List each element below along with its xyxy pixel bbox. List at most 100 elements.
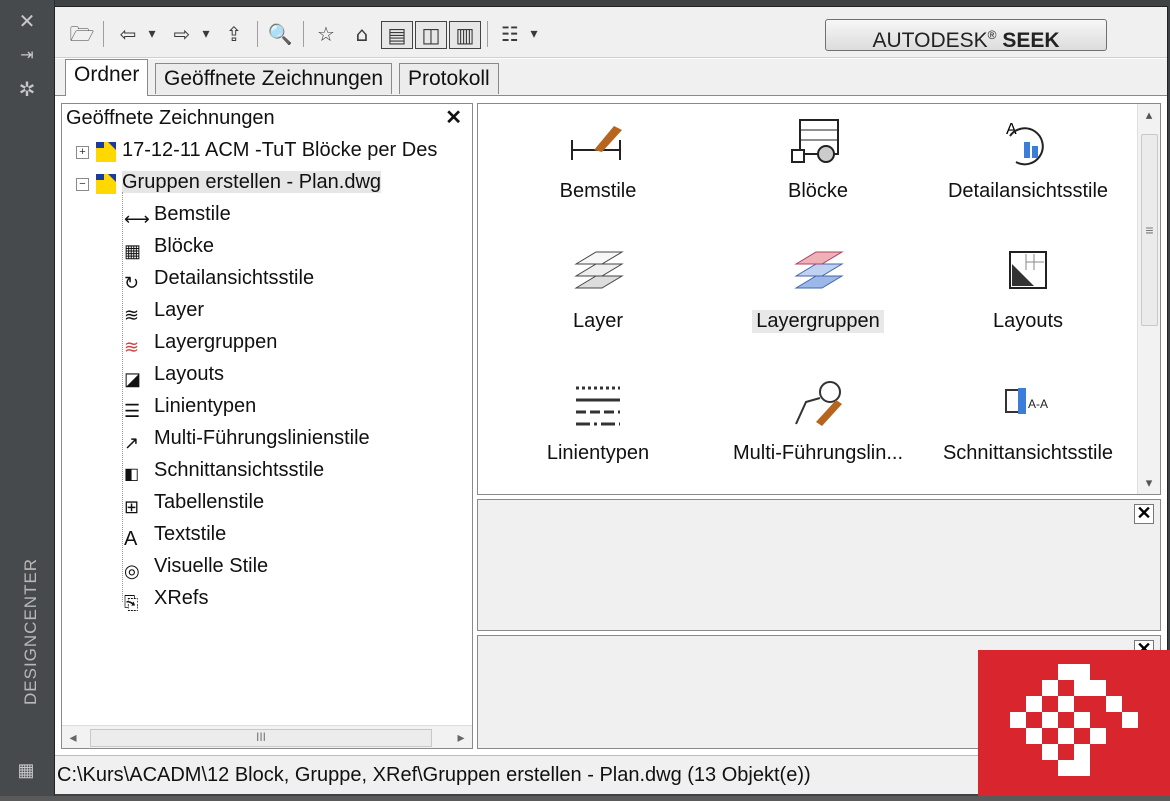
tree-item-layer[interactable]: ≋ Layer <box>124 294 204 326</box>
views-dropdown-icon[interactable]: ▾ <box>525 21 543 47</box>
tab-ordner[interactable]: Ordner <box>65 59 149 96</box>
tree-item-linientypen[interactable]: ☰ Linientypen <box>124 390 256 422</box>
dimstyle-icon: ⟷ <box>124 208 150 229</box>
close-icon[interactable]: ✕ <box>445 104 462 132</box>
detailview-icon: A <box>1006 121 1044 166</box>
forward-dropdown-icon[interactable]: ▾ <box>197 21 215 47</box>
scroll-thumb[interactable]: ≡ <box>1141 134 1158 326</box>
tree-item-layouts[interactable]: ◪ Layouts <box>124 358 224 390</box>
content-item-multi-fuehrungslin[interactable]: Multi-Führungslin... <box>718 372 918 492</box>
auto-hide-icon[interactable]: ⇥ <box>14 44 40 66</box>
properties-icon[interactable]: ✲ <box>14 78 40 100</box>
tree-item-visuelle-stile[interactable]: ◎ Visuelle Stile <box>124 550 268 582</box>
tree-item-label: Layer <box>154 299 205 321</box>
tree-item-label: Multi-Führungslinienstile <box>154 427 370 449</box>
content-item-layouts[interactable]: Layouts <box>928 240 1128 360</box>
tree-item-xrefs[interactable]: ⎘ XRefs <box>124 582 208 614</box>
sectionview-icon: ◧ <box>124 465 140 483</box>
tree-item-label: Layergruppen <box>154 331 278 353</box>
collapse-icon[interactable]: − <box>76 178 89 191</box>
favorites-icon[interactable]: ☆ <box>311 21 341 47</box>
layout-icon: ◪ <box>124 368 142 389</box>
search-icon[interactable]: 🔍 <box>265 21 295 47</box>
content-vertical-scrollbar[interactable]: ▴ ≡ ▾ <box>1137 104 1160 494</box>
dimstyle-icon <box>571 126 622 160</box>
layer-icon <box>574 251 624 289</box>
views-icon[interactable]: ☷ <box>495 21 525 47</box>
grid-icon[interactable]: ▦ <box>14 760 38 784</box>
content-item-label: Detailansichtsstile <box>947 180 1109 202</box>
content-item-label: Linientypen <box>546 442 650 464</box>
back-dropdown-icon[interactable]: ▾ <box>143 21 161 47</box>
back-arrow-icon[interactable]: ⇦ <box>111 21 145 47</box>
content-item-schnittansichtsstile[interactable]: A-A Schnittansichtsstile <box>928 372 1128 492</box>
content-item-layergruppen[interactable]: Layergruppen <box>718 240 918 360</box>
up-folder-icon[interactable]: ⇪ <box>219 21 249 47</box>
content-area[interactable]: Bemstile Blöcke A Detailansichtsstile La… <box>477 103 1161 495</box>
detailview-icon: ↻ <box>124 272 140 293</box>
layer-icon: ≋ <box>124 304 140 325</box>
mleader-icon: ↗ <box>124 432 140 453</box>
content-item-label: Schnittansichtsstile <box>942 442 1114 464</box>
scroll-thumb[interactable]: III <box>90 729 432 747</box>
sectionview-icon: A-A <box>1005 388 1048 414</box>
expand-icon[interactable]: + <box>76 146 89 159</box>
content-item-bemstile[interactable]: Bemstile <box>498 110 698 230</box>
seek-word: SEEK <box>1002 29 1060 52</box>
tree-item-schnittansichtsstile[interactable]: ◧ Schnittansichtsstile <box>124 454 324 486</box>
designcenter-window: ✕ ⇥ ✲ DESIGNCENTER ▦ 🗁 ⇦ ▾ ⇨ ▾ ⇪ 🔍 ☆ ⌂ ▤… <box>0 0 1170 796</box>
tree-node-drawing-selected[interactable]: Gruppen erstellen - Plan.dwg <box>92 166 382 198</box>
seek-registered: ® <box>987 28 997 42</box>
tree-item-multi-fuehrungslinienstile[interactable]: ↗ Multi-Führungslinienstile <box>124 422 370 454</box>
content-item-linientypen[interactable]: Linientypen <box>498 372 698 492</box>
content-item-detailansichtsstile[interactable]: A Detailansichtsstile <box>928 110 1128 230</box>
content-item-layer[interactable]: Layer <box>498 240 698 360</box>
scroll-right-icon[interactable]: ▸ <box>450 726 472 748</box>
tab-protokoll[interactable]: Protokoll <box>399 63 499 94</box>
load-folder-icon[interactable]: 🗁 <box>67 21 97 47</box>
diamond-checker-icon <box>1010 664 1138 776</box>
tree-view-toggle-icon[interactable]: ▤ <box>381 21 413 49</box>
drawing-icon <box>96 173 116 194</box>
tree-item-detailansichtsstile[interactable]: ↻ Detailansichtsstile <box>124 262 314 294</box>
xref-icon: ⎘ <box>124 592 139 613</box>
tree-header-label: Geöffnete Zeichnungen <box>66 107 275 129</box>
scroll-left-icon[interactable]: ◂ <box>62 726 84 748</box>
linetype-icon: ☰ <box>124 400 141 421</box>
close-icon[interactable]: ✕ <box>1134 504 1154 524</box>
autodesk-seek-button[interactable]: AUTODESK® SEEK <box>825 19 1107 52</box>
tree-horizontal-scrollbar[interactable]: ◂ III ▸ <box>62 725 472 748</box>
tree-item-tabellenstile[interactable]: ⊞ Tabellenstile <box>124 486 264 518</box>
tree-item-label: Blöcke <box>154 235 215 257</box>
tree-item-layergruppen[interactable]: ≋ Layergruppen <box>124 326 277 358</box>
content-item-bloecke[interactable]: Blöcke <box>718 110 918 230</box>
tree-item-bloecke[interactable]: ▦ Blöcke <box>124 230 214 262</box>
tree-node-drawing[interactable]: 17-12-11 ACM -TuT Blöcke per Des <box>92 134 437 166</box>
scroll-down-icon[interactable]: ▾ <box>1138 472 1160 494</box>
preview-toggle-icon[interactable]: ◫ <box>415 21 447 49</box>
content-item-label: Layer <box>572 310 624 332</box>
forward-arrow-icon[interactable]: ⇨ <box>165 21 199 47</box>
content-item-label: Layouts <box>992 310 1064 332</box>
tree-item-label: Visuelle Stile <box>154 555 269 577</box>
tree-header: Geöffnete Zeichnungen ✕ <box>62 104 472 132</box>
description-toggle-icon[interactable]: ▥ <box>449 21 481 49</box>
tree-item-textstile[interactable]: A Textstile <box>124 518 226 550</box>
seek-brand: AUTODESK <box>872 29 988 52</box>
layergroup-icon: ≋ <box>124 336 140 357</box>
brand-logo <box>978 650 1170 796</box>
home-icon[interactable]: ⌂ <box>347 21 377 47</box>
tablestyle-icon: ⊞ <box>124 496 140 517</box>
toolbar: 🗁 ⇦ ▾ ⇨ ▾ ⇪ 🔍 ☆ ⌂ ▤ ◫ ▥ ☷ ▾ AUTODESK® SE… <box>55 7 1167 58</box>
tab-geoeffnete-zeichnungen[interactable]: Geöffnete Zeichnungen <box>155 63 393 94</box>
scroll-up-icon[interactable]: ▴ <box>1138 104 1160 126</box>
close-icon[interactable]: ✕ <box>14 10 40 32</box>
tree-item-label: Textstile <box>154 523 227 545</box>
tree-item-bemstile[interactable]: ⟷ Bemstile <box>124 198 231 230</box>
tree-view[interactable]: Geöffnete Zeichnungen ✕ + 17-12-11 ACM -… <box>61 103 473 749</box>
tree-item-label: Schnittansichtsstile <box>154 459 325 481</box>
tree-item-label: Bemstile <box>154 203 231 225</box>
block-icon <box>791 119 839 163</box>
tree-node-label: 17-12-11 ACM -TuT Blöcke per Des <box>122 139 438 161</box>
layout-icon <box>1009 251 1047 289</box>
